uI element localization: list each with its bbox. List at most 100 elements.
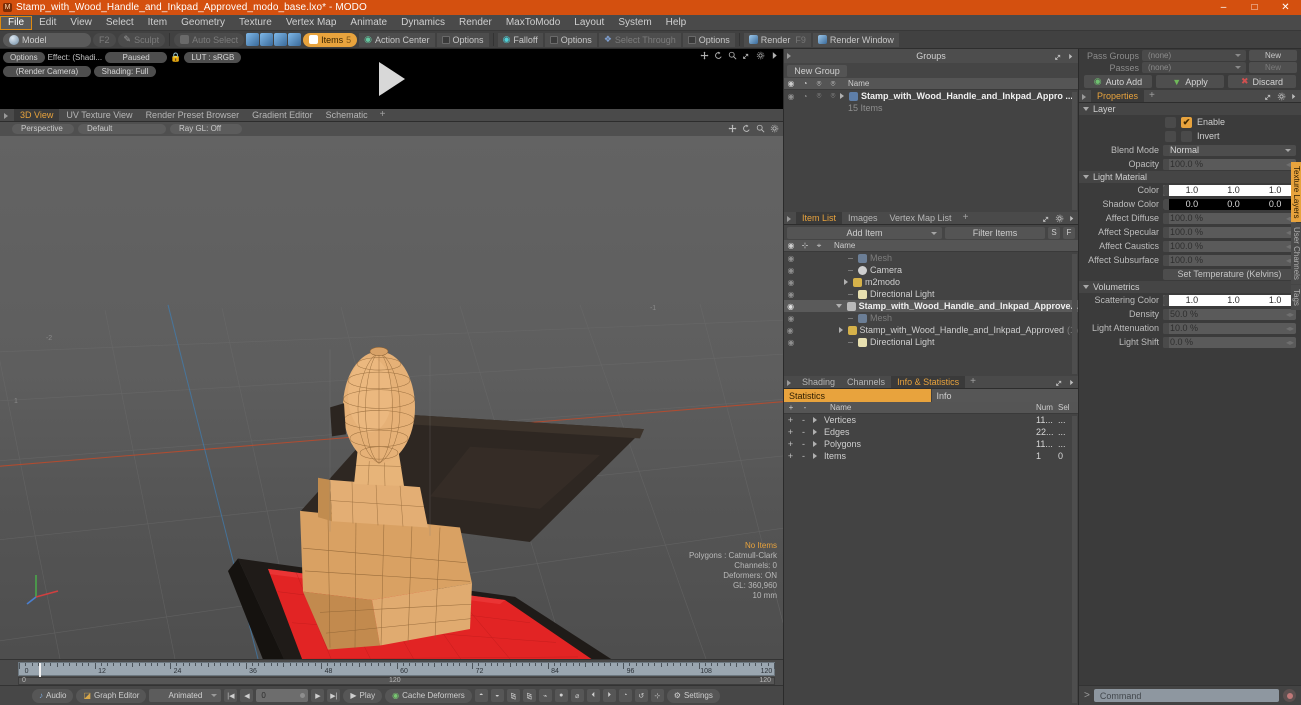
- 3d-viewport[interactable]: -1 -2 1 No Items Polygons: Catmull-Clar…: [0, 136, 783, 659]
- row-visibility-icon[interactable]: ◉: [784, 254, 798, 263]
- add-button[interactable]: +: [784, 415, 797, 425]
- list-item[interactable]: ◉ m2modo: [784, 276, 1078, 288]
- blend-mode-select[interactable]: Normal: [1163, 144, 1296, 156]
- row-visibility-icon[interactable]: ◉: [784, 338, 798, 347]
- tab-gradient-editor[interactable]: Gradient Editor: [246, 109, 319, 121]
- perspective-button[interactable]: Perspective: [12, 124, 74, 134]
- menu-animate[interactable]: Animate: [343, 16, 394, 30]
- chevron-right-icon[interactable]: [1068, 378, 1075, 387]
- pan-icon[interactable]: [700, 51, 709, 60]
- collapse-twisty[interactable]: [1083, 285, 1089, 289]
- row-visibility-icon[interactable]: ◉: [784, 302, 797, 311]
- row-visibility-icon[interactable]: ◉: [784, 278, 798, 287]
- menu-edit[interactable]: Edit: [32, 16, 63, 30]
- menu-item[interactable]: Item: [141, 16, 174, 30]
- menu-layout[interactable]: Layout: [567, 16, 611, 30]
- expand-twisty[interactable]: [813, 417, 817, 423]
- color-swatch-field[interactable]: 1.0 1.0 1.0: [1163, 184, 1296, 196]
- render-options-button[interactable]: Options: [3, 51, 45, 63]
- add-button[interactable]: +: [784, 439, 797, 449]
- table-row[interactable]: + - Polygons 11... ...: [784, 438, 1078, 450]
- statistics-body[interactable]: + - Vertices 11... ... + - Edges 22... .: [784, 414, 1078, 705]
- materials-mode-icon[interactable]: [288, 33, 302, 46]
- list-item[interactable]: ◉ Stamp_with_Wood_Handle_and_Inkpad_Appr…: [784, 324, 1078, 336]
- cache-deformers-button[interactable]: ◉ Cache Deformers: [385, 688, 472, 703]
- filter-items-input[interactable]: Filter Items: [945, 226, 1045, 239]
- symmetry-toggle-icon[interactable]: ◒: [490, 689, 504, 702]
- render-button[interactable]: Render F9: [743, 32, 811, 47]
- groups-scrollbar[interactable]: [1072, 92, 1077, 210]
- select-through-button[interactable]: ❖ Select Through: [598, 32, 681, 47]
- gear-icon[interactable]: [1277, 92, 1286, 101]
- section-light-material-header[interactable]: Light Material: [1079, 171, 1301, 183]
- shadow-color-swatch-field[interactable]: 0.0 0.0 0.0: [1163, 198, 1296, 210]
- menu-system[interactable]: System: [611, 16, 658, 30]
- section-layer-header[interactable]: Layer: [1079, 103, 1301, 115]
- expand-twisty[interactable]: [838, 327, 843, 333]
- options-checkbox-3[interactable]: [687, 35, 696, 44]
- animation-mode-select[interactable]: Animated: [149, 689, 222, 702]
- record-icon[interactable]: ●: [554, 689, 568, 702]
- model-mode-button[interactable]: Model: [3, 32, 91, 47]
- add-item-button[interactable]: Add Item: [787, 226, 942, 239]
- tab-vertex-map-list[interactable]: Vertex Map List: [884, 212, 958, 224]
- panel-collapse-icon[interactable]: [787, 53, 791, 59]
- item-list-scrollbar[interactable]: [1072, 254, 1077, 374]
- stepper-icon[interactable]: ◂▸: [1286, 338, 1294, 347]
- next-key-icon[interactable]: ▶: [311, 689, 325, 702]
- scattering-color-swatch-field[interactable]: 1.0 1.0 1.0: [1163, 294, 1296, 306]
- list-item[interactable]: ◉ Camera: [784, 264, 1078, 276]
- render-window-button[interactable]: Render Window: [812, 32, 899, 47]
- command-record-button[interactable]: [1283, 689, 1296, 702]
- enable-toggle-left[interactable]: [1165, 116, 1176, 128]
- sculpt-mode-button[interactable]: ✎ Sculpt: [117, 32, 166, 47]
- invert-checkbox[interactable]: [1181, 130, 1192, 142]
- menu-texture[interactable]: Texture: [232, 16, 279, 30]
- chevron-right-icon[interactable]: [770, 51, 779, 60]
- expand-twisty[interactable]: [813, 453, 817, 459]
- row-lock-icon[interactable]: ⌾: [812, 91, 826, 101]
- loop-icon[interactable]: ↺: [634, 689, 648, 702]
- section-volumetrics-header[interactable]: Volumetrics: [1079, 281, 1301, 293]
- options-button-2[interactable]: Options: [544, 32, 597, 47]
- filter-s-button[interactable]: S: [1048, 226, 1060, 239]
- stepper-icon[interactable]: ◂▸: [1286, 324, 1294, 333]
- tab-images[interactable]: Images: [842, 212, 884, 224]
- groups-list-body[interactable]: ◉ ◔ ⌾ ⌾ Stamp_with_Wood_Handle_and_Inkpa…: [784, 90, 1078, 212]
- play-button[interactable]: ▶ Play: [343, 688, 383, 703]
- list-item[interactable]: ◉ Directional Light: [784, 336, 1078, 348]
- remove-button[interactable]: -: [797, 439, 810, 449]
- shading-style-button[interactable]: Default: [78, 124, 166, 134]
- expand-twisty[interactable]: [844, 279, 848, 285]
- graph-editor-button[interactable]: ◪ Graph Editor: [76, 688, 147, 703]
- density-field[interactable]: 50.0 % ◂▸: [1163, 308, 1296, 320]
- add-properties-tab-button[interactable]: +: [1144, 90, 1160, 102]
- table-row[interactable]: + - Vertices 11... ...: [784, 414, 1078, 426]
- opacity-field[interactable]: 100.0 % ◂▸: [1163, 158, 1296, 170]
- gear-icon[interactable]: [756, 51, 765, 60]
- options-button-1[interactable]: Options: [436, 32, 489, 47]
- menu-select[interactable]: Select: [99, 16, 141, 30]
- gear-icon[interactable]: [770, 124, 779, 133]
- falloff-toggle-icon[interactable]: ◓: [474, 689, 488, 702]
- gear-icon[interactable]: [1055, 214, 1064, 223]
- tab-item-list[interactable]: Item List: [796, 212, 843, 224]
- menu-help[interactable]: Help: [659, 16, 694, 30]
- table-row[interactable]: + - Items 1 0: [784, 450, 1078, 462]
- tab-uv-texture-view[interactable]: UV Texture View: [60, 109, 139, 121]
- options-checkbox-2[interactable]: [549, 35, 558, 44]
- key-prev-icon[interactable]: ⧎: [506, 689, 520, 702]
- render-shading-button[interactable]: Shading: Full: [94, 66, 156, 77]
- chevron-right-icon[interactable]: [1290, 92, 1297, 101]
- go-to-end-icon[interactable]: ▶|: [327, 689, 341, 702]
- row-visibility-icon[interactable]: ◉: [784, 266, 798, 275]
- add-tab-button[interactable]: +: [965, 376, 981, 388]
- list-item[interactable]: ◉ ◔ ⌾ ⌾ Stamp_with_Wood_Handle_and_Inkpa…: [784, 90, 1078, 102]
- tab-schematic[interactable]: Schematic: [319, 109, 374, 121]
- add-button[interactable]: +: [784, 451, 797, 461]
- side-tab-user-channels[interactable]: User Channels: [1291, 223, 1301, 285]
- passes-new-button[interactable]: New: [1249, 62, 1297, 73]
- invert-toggle-left[interactable]: [1165, 130, 1176, 142]
- add-button[interactable]: +: [784, 427, 797, 437]
- rotate-icon[interactable]: [742, 124, 751, 133]
